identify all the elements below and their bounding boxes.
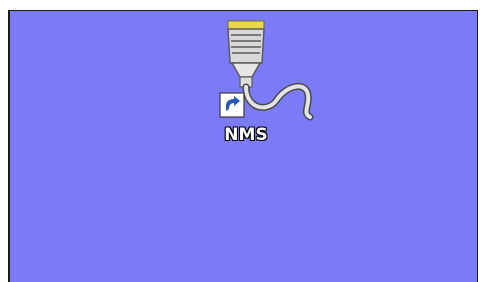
screen-frame: NMS — [0, 0, 483, 282]
shortcut-arrow-icon — [219, 92, 245, 118]
serial-cable-shortcut-icon — [219, 20, 314, 121]
desktop-shortcut-label: NMS — [224, 125, 268, 145]
desktop-shortcut-nms[interactable]: NMS — [206, 13, 326, 163]
desktop[interactable]: NMS — [8, 10, 478, 282]
